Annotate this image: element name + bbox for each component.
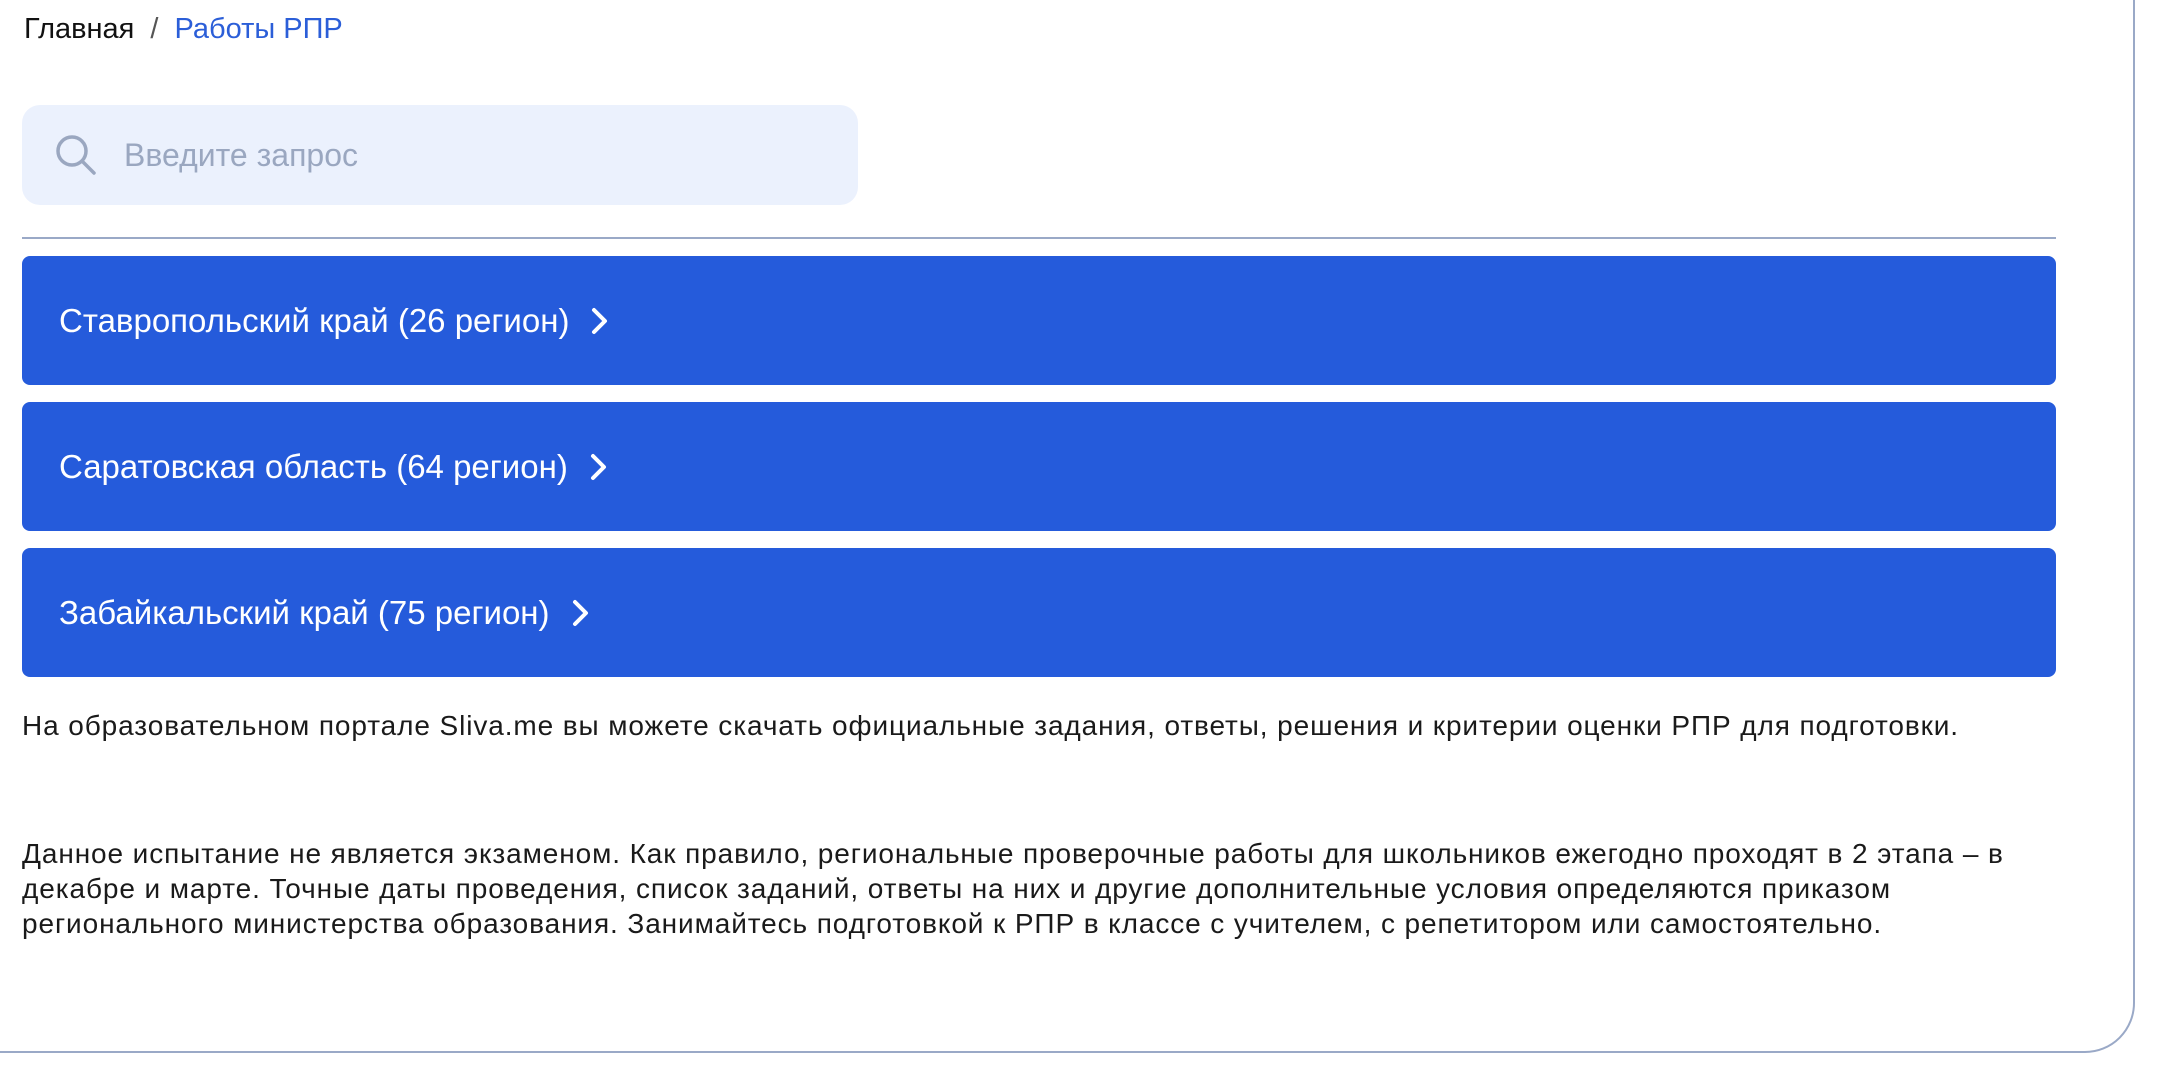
search-box[interactable] bbox=[22, 105, 858, 205]
region-button-saratov[interactable]: Саратовская область (64 регион) bbox=[22, 402, 2056, 531]
info-paragraph: Данное испытание не является экзаменом. … bbox=[22, 838, 2004, 939]
search-input[interactable] bbox=[122, 135, 826, 175]
chevron-right-icon bbox=[592, 307, 608, 334]
breadcrumb-current[interactable]: Работы РПР bbox=[174, 13, 342, 45]
region-label: Ставропольский край (26 регион) bbox=[59, 301, 570, 339]
breadcrumb-home-link[interactable]: Главная bbox=[24, 13, 134, 45]
intro-paragraph: На образовательном портале Sliva.me вы м… bbox=[22, 710, 1959, 741]
chevron-right-icon bbox=[572, 599, 588, 626]
region-button-zabaykalsky[interactable]: Забайкальский край (75 регион) bbox=[22, 548, 2056, 677]
chevron-right-icon bbox=[590, 453, 606, 480]
region-label: Саратовская область (64 регион) bbox=[59, 447, 568, 485]
region-button-stavropol[interactable]: Ставропольский край (26 регион) bbox=[22, 256, 2056, 385]
search-icon bbox=[56, 135, 96, 175]
region-label: Забайкальский край (75 регион) bbox=[59, 593, 550, 631]
divider bbox=[22, 237, 2056, 239]
breadcrumb-separator: / bbox=[150, 13, 159, 45]
breadcrumb: Главная / Работы РПР bbox=[24, 9, 343, 49]
